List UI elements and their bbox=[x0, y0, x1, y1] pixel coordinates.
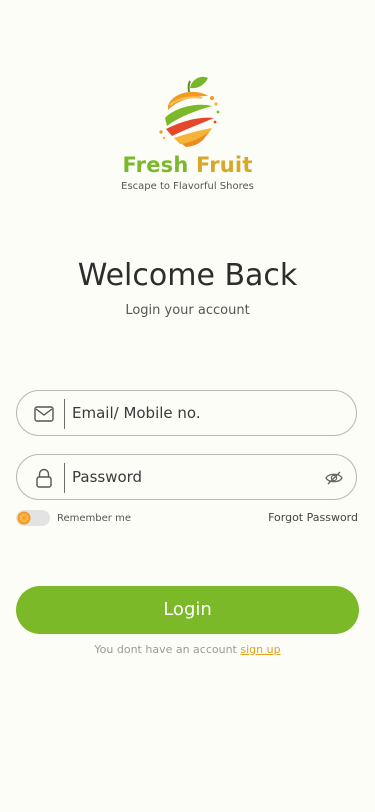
orange-slice-icon bbox=[17, 511, 31, 525]
logo bbox=[0, 72, 375, 152]
signup-prompt: You dont have an account sign up bbox=[0, 643, 375, 656]
fruit-logo-icon bbox=[158, 76, 219, 147]
email-field[interactable] bbox=[16, 390, 357, 436]
brand-name-fruit: Fruit bbox=[196, 153, 253, 177]
password-field[interactable] bbox=[16, 454, 357, 500]
password-input[interactable] bbox=[72, 455, 312, 499]
forgot-password-link[interactable]: Forgot Password bbox=[268, 511, 358, 524]
page-subtitle: Login your account bbox=[125, 303, 250, 318]
email-input[interactable] bbox=[72, 391, 312, 435]
field-divider bbox=[64, 463, 65, 493]
login-button[interactable]: Login bbox=[16, 586, 359, 634]
mail-icon bbox=[34, 406, 54, 422]
remember-label: Remember me bbox=[57, 512, 131, 524]
brand-tagline: Escape to Flavorful Shores bbox=[121, 181, 254, 192]
field-divider bbox=[64, 399, 65, 429]
signup-prompt-text: You dont have an account bbox=[94, 643, 237, 656]
brand-name: Fresh Fruit bbox=[0, 153, 375, 177]
remember-toggle[interactable] bbox=[16, 510, 50, 526]
eye-off-icon[interactable] bbox=[324, 468, 344, 488]
signup-link[interactable]: sign up bbox=[240, 643, 280, 656]
page-title: Welcome Back bbox=[77, 258, 298, 293]
lock-icon bbox=[36, 468, 52, 488]
brand-name-fresh: Fresh bbox=[122, 153, 189, 177]
remember-me[interactable]: Remember me bbox=[16, 509, 131, 527]
